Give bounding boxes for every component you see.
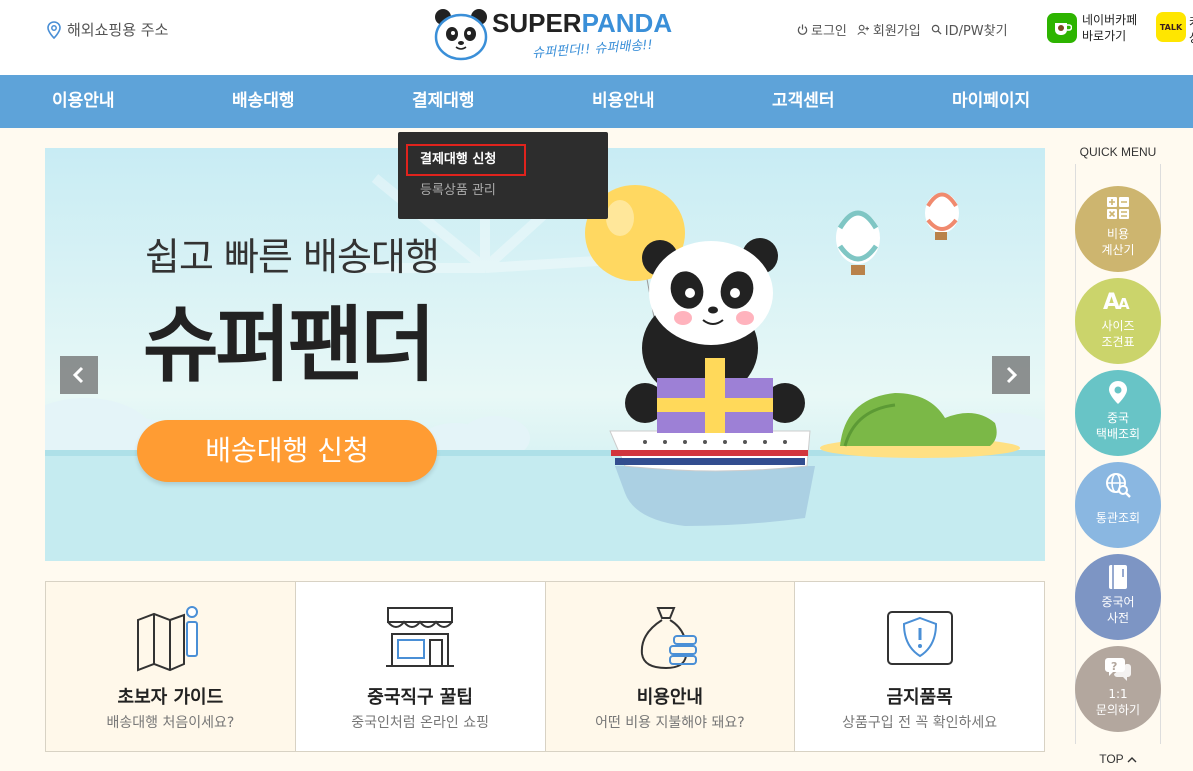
login-link[interactable]: 로그인 [797,20,847,39]
nav-item-mypage[interactable]: 마이페이지 [952,75,1030,128]
banner-prev-button[interactable] [60,356,98,394]
location-pin-icon [47,20,61,39]
nav-item-cost[interactable]: 비용안내 [592,75,655,128]
brand-panda: PANDA [581,8,673,38]
feature-desc: 배송대행 처음이세요? [106,715,235,731]
question-chat-icon: ? [1105,658,1131,681]
feature-title: 비용안내 [636,687,703,708]
nav-item-shipping[interactable]: 배송대행 [232,75,295,128]
signup-link[interactable]: 회원가입 [857,20,921,39]
feature-links: 초보자 가이드 배송대행 처음이세요? 중국직구 꿀팁 중국인처럼 온라인 쇼핑… [45,581,1045,752]
chevron-right-icon [1006,366,1018,384]
feature-title: 초보자 가이드 [117,687,224,708]
site-logo[interactable]: SUPERPANDA 슈퍼펀더!! 슈퍼배송!! [432,4,672,68]
nav-item-support[interactable]: 고객센터 [772,75,835,128]
svg-text:A: A [1118,295,1130,312]
brand-super: SUPER [492,8,582,38]
menu-item-registered-products[interactable]: 등록상품 관리 [420,182,496,200]
nav-item-payment[interactable]: 결제대행 [412,75,475,128]
find-account-link[interactable]: ID/PW찾기 [931,20,1008,39]
svg-text:?: ? [1111,660,1117,673]
quick-cost-calculator[interactable]: 비용 계산기 [1075,186,1161,272]
naver-cafe-line1: 네이버카페 [1082,13,1138,27]
naver-cafe-link[interactable]: 네이버카페 바로가기 [1047,12,1137,44]
location-pin-icon [1109,381,1127,404]
storefront-icon [386,607,455,667]
chevron-up-icon [1127,757,1137,763]
overseas-address-label: 해외쇼핑용 주소 [67,21,169,39]
quick-label: 통관조회 [1095,511,1141,525]
money-bag-icon [640,607,697,670]
scroll-top-label: TOP [1099,752,1124,766]
find-account-label: ID/PW찾기 [944,24,1008,39]
payment-dropdown-menu: 결제대행 신청 등록상품 관리 [398,132,608,219]
login-label: 로그인 [811,24,847,39]
site-header: 해외쇼핑용 주소 SUPERPANDA 슈퍼펀더!! 슈퍼배송!! 로그인 회원… [0,0,1193,75]
quick-label: 중국 택배조회 [1095,411,1141,441]
feature-beginner-guide[interactable]: 초보자 가이드 배송대행 처음이세요? [46,582,296,751]
signup-label: 회원가입 [872,24,921,39]
feature-title: 중국직구 꿀팁 [367,687,473,708]
quick-label: 비용 계산기 [1101,227,1135,257]
shield-icon [886,611,953,665]
feature-cost-guide[interactable]: 비용안내 어떤 비용 지불해야 돼요? [545,582,796,751]
shipping-request-button[interactable]: 배송대행 신청 [137,420,437,482]
menu-item-payment-request[interactable]: 결제대행 신청 [406,144,526,176]
feature-title: 금지품목 [886,687,953,708]
overseas-address-link[interactable]: 해외쇼핑용 주소 [47,19,168,40]
feature-desc: 상품구입 전 꼭 확인하세요 [842,715,998,731]
main-navigation: 이용안내 배송대행 결제대행 비용안내 고객센터 마이페이지 [0,75,1193,128]
feature-desc: 어떤 비용 지불해야 돼요? [595,715,745,731]
quick-label: 사이즈 조견표 [1101,319,1135,349]
kakao-link-text: 카 상 [1189,14,1193,46]
quick-menu-title: QUICK MENU [1079,145,1157,159]
panda-logo-icon [434,9,488,61]
quick-one-on-one-inquiry[interactable]: ? 1:1 문의하기 [1075,646,1161,732]
naver-cafe-text: 네이버카페 바로가기 [1082,12,1137,44]
map-info-icon [137,606,199,672]
account-links: 로그인 회원가입 ID/PW찾기 [797,20,1008,39]
scroll-top-button[interactable]: TOP [1075,752,1161,766]
banner-next-button[interactable] [992,356,1030,394]
book-icon [1109,565,1127,589]
banner-title: 슈퍼팬더 [143,298,436,393]
kakao-line1: 카 [1189,14,1193,30]
quick-menu: QUICK MENU 비용 계산기 A A 사이즈 조견표 중국 택배조회 통관… [1075,140,1161,771]
feature-prohibited-items[interactable]: 금지품목 상품구입 전 꼭 확인하세요 [795,582,1044,751]
quick-label: 중국어 사전 [1101,595,1135,625]
quick-china-tracking[interactable]: 중국 택배조회 [1075,370,1161,456]
quick-size-chart[interactable]: A A 사이즈 조견표 [1075,278,1161,364]
font-size-icon: A A [1103,290,1130,312]
feature-china-tips[interactable]: 중국직구 꿀팁 중국인처럼 온라인 쇼핑 [296,582,546,751]
kakao-talk-icon[interactable]: TALK [1156,12,1186,42]
quick-chinese-dictionary[interactable]: 중국어 사전 [1075,554,1161,640]
search-icon [931,24,942,35]
globe-search-icon [1106,473,1131,498]
naver-cafe-icon [1047,13,1077,43]
chevron-left-icon [72,366,84,384]
quick-label: 1:1 문의하기 [1095,687,1141,717]
nav-item-guide[interactable]: 이용안내 [52,75,115,128]
kakao-talk-badge: TALK [1159,22,1183,32]
power-icon [797,24,808,35]
banner-subtitle: 쉽고 빠른 배송대행 [145,235,440,279]
feature-desc: 중국인처럼 온라인 쇼핑 [351,715,489,731]
naver-cafe-line2: 바로가기 [1082,29,1127,43]
kakao-line2: 상 [1189,30,1193,46]
calculator-icon [1107,197,1129,219]
quick-customs-check[interactable]: 통관조회 [1075,462,1161,548]
add-user-icon [857,24,869,35]
